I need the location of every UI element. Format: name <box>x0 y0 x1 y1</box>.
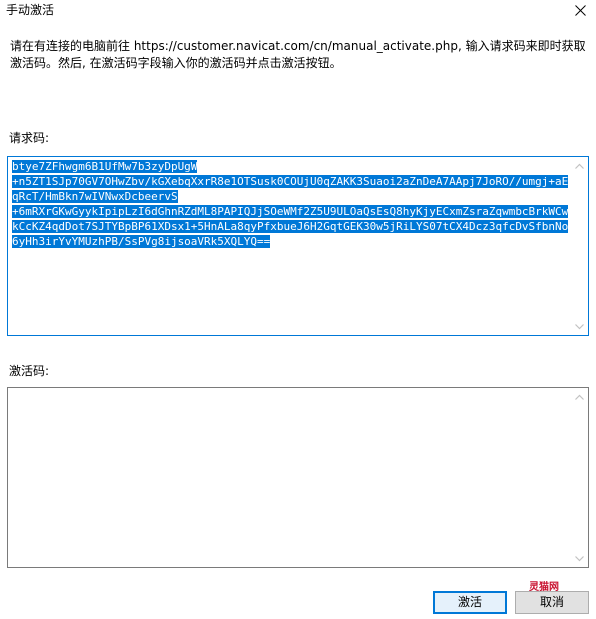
activation-code-scrollbar[interactable] <box>571 388 588 567</box>
scroll-down-button[interactable] <box>571 550 588 567</box>
instructions-text: 请在有连接的电脑前往 https://customer.navicat.com/… <box>10 39 586 70</box>
activate-button[interactable]: 激活 <box>433 591 507 614</box>
request-code-value: btye7ZFhwgm6B1UfMw7b3zyDpUgW +n5ZT1SJp70… <box>12 160 569 248</box>
activation-code-textarea[interactable] <box>7 387 589 568</box>
scroll-down-button[interactable] <box>571 318 588 335</box>
chevron-down-icon <box>575 323 584 329</box>
title-bar: 手动激活 <box>0 0 596 22</box>
chevron-up-icon <box>575 163 584 169</box>
chevron-up-icon <box>575 394 584 400</box>
request-code-label: 请求码: <box>9 131 50 145</box>
chevron-down-icon <box>575 555 584 561</box>
window-title: 手动激活 <box>6 3 55 17</box>
scroll-up-button[interactable] <box>571 388 588 405</box>
activation-code-value <box>12 390 570 565</box>
close-icon <box>574 4 586 16</box>
scroll-up-button[interactable] <box>571 157 588 174</box>
activation-code-label: 激活码: <box>9 364 50 378</box>
request-code-scrollbar[interactable] <box>571 157 588 335</box>
request-code-textarea[interactable]: btye7ZFhwgm6B1UfMw7b3zyDpUgW +n5ZT1SJp70… <box>7 156 589 336</box>
close-button[interactable] <box>568 0 592 20</box>
cancel-button[interactable]: 取消 <box>515 591 589 614</box>
